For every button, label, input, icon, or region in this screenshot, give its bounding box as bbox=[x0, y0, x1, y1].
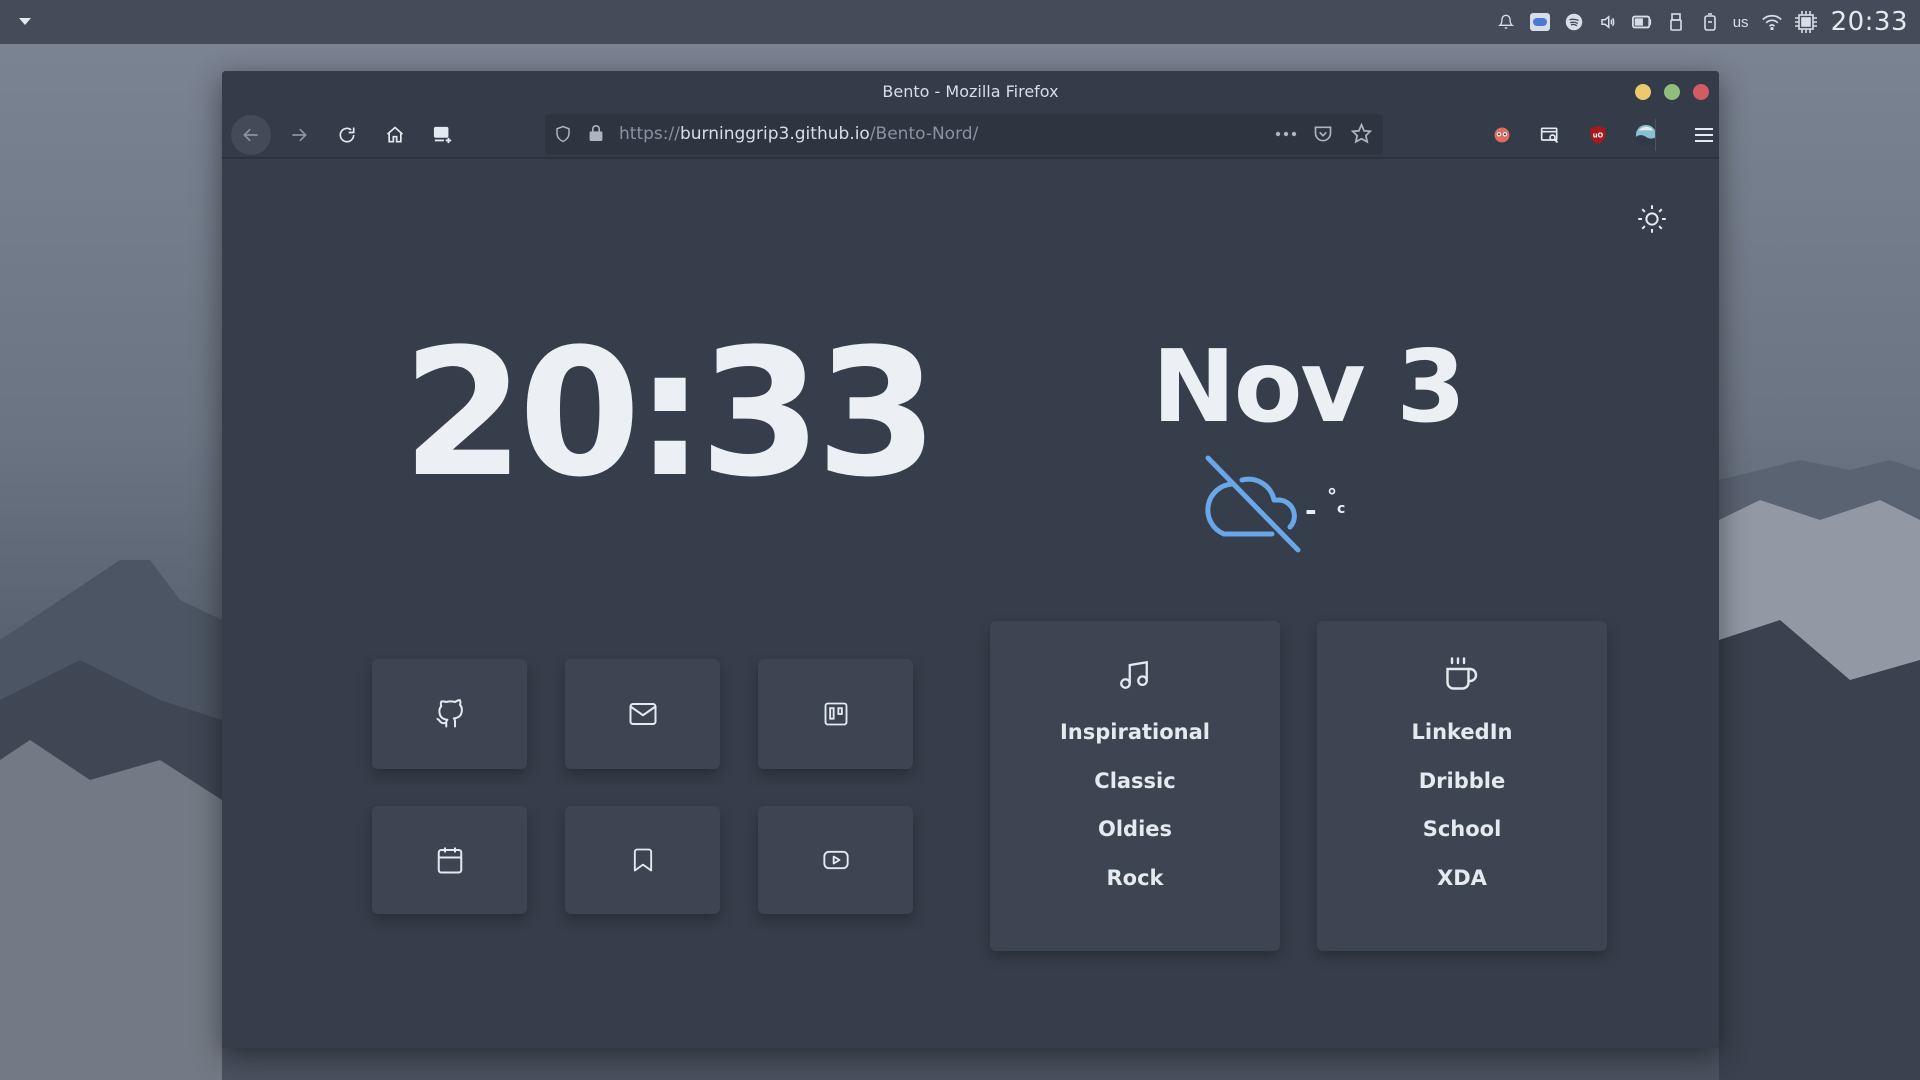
extension-button-1[interactable] bbox=[1482, 115, 1522, 155]
svg-text:uO: uO bbox=[1593, 131, 1604, 139]
back-button[interactable] bbox=[231, 115, 271, 155]
sun-icon bbox=[1638, 205, 1666, 233]
link-inspirational[interactable]: Inspirational bbox=[1060, 717, 1210, 766]
bookmark-button[interactable] bbox=[565, 806, 720, 914]
link-xda[interactable]: XDA bbox=[1437, 863, 1487, 912]
trello-button[interactable] bbox=[758, 659, 913, 769]
music-note-icon bbox=[1114, 655, 1154, 695]
ublock-button[interactable]: uO bbox=[1578, 115, 1618, 155]
keyboard-layout-indicator[interactable]: us bbox=[1727, 14, 1755, 31]
mail-button[interactable] bbox=[565, 659, 720, 769]
intel-icon[interactable] bbox=[1523, 0, 1557, 44]
close-button[interactable] bbox=[1693, 84, 1709, 100]
window-titlebar[interactable]: Bento - Mozilla Firefox bbox=[222, 71, 1719, 111]
temperature-value: - bbox=[1305, 494, 1317, 527]
ublock-origin-icon: uO bbox=[1590, 126, 1606, 144]
trello-icon bbox=[824, 702, 847, 726]
link-dribble[interactable]: Dribble bbox=[1419, 766, 1506, 815]
coffee-icon bbox=[1441, 655, 1481, 695]
menu-button[interactable] bbox=[1684, 115, 1719, 155]
window-title: Bento - Mozilla Firefox bbox=[882, 81, 1059, 101]
browser-window: Bento - Mozilla Firefox https://burningg… bbox=[222, 71, 1719, 1048]
avatar-icon bbox=[1635, 124, 1657, 146]
account-button[interactable] bbox=[1626, 115, 1666, 155]
toolbar-extension-button[interactable] bbox=[423, 115, 463, 155]
battery-icon[interactable] bbox=[1625, 0, 1659, 44]
large-clock: 20:33 bbox=[402, 311, 938, 516]
wifi-icon[interactable] bbox=[1755, 0, 1789, 44]
more-horizontal-icon[interactable] bbox=[1275, 131, 1297, 137]
cpu-icon[interactable] bbox=[1789, 0, 1823, 44]
github-button[interactable] bbox=[372, 659, 527, 769]
arrow-left-icon bbox=[243, 128, 258, 142]
shield-icon[interactable] bbox=[554, 124, 572, 144]
extension-button-2[interactable] bbox=[1530, 115, 1570, 155]
arrow-right-icon bbox=[292, 128, 307, 142]
youtube-button[interactable] bbox=[758, 806, 913, 914]
volume-icon[interactable] bbox=[1591, 0, 1625, 44]
music-links-list: Inspirational Classic Oldies Rock bbox=[990, 717, 1280, 911]
temperature-unit: °c bbox=[1327, 484, 1345, 517]
link-classic[interactable]: Classic bbox=[1094, 766, 1175, 815]
link-rock[interactable]: Rock bbox=[1106, 863, 1163, 912]
url-host: burninggrip3.github.io bbox=[679, 124, 870, 144]
url-scheme: https:// bbox=[619, 124, 680, 144]
celsius-letter: c bbox=[1337, 501, 1346, 517]
github-icon bbox=[436, 699, 463, 728]
toolbar-divider bbox=[1655, 119, 1656, 151]
home-button[interactable] bbox=[375, 115, 415, 155]
weather-widget: - °c bbox=[1202, 454, 1402, 564]
link-school[interactable]: School bbox=[1423, 814, 1502, 863]
panel-menu-caret-icon[interactable] bbox=[18, 16, 32, 28]
system-top-panel: us 20:33 bbox=[0, 0, 1920, 44]
maximize-button[interactable] bbox=[1664, 84, 1680, 100]
theme-toggle-button[interactable] bbox=[1634, 201, 1670, 237]
mail-icon bbox=[629, 703, 656, 725]
home-icon bbox=[386, 126, 404, 143]
calendar-icon bbox=[437, 847, 462, 874]
url-text[interactable]: https://burninggrip3.github.io/Bento-Nor… bbox=[619, 124, 978, 144]
minimize-button[interactable] bbox=[1635, 84, 1651, 100]
reload-button[interactable] bbox=[327, 115, 367, 155]
url-bar[interactable]: https://burninggrip3.github.io/Bento-Nor… bbox=[545, 114, 1383, 154]
coffee-links-card: LinkedIn Dribble School XDA bbox=[1317, 621, 1607, 951]
cloud-off-icon bbox=[1205, 455, 1301, 553]
forward-button[interactable] bbox=[279, 115, 319, 155]
tab-search-icon bbox=[1540, 127, 1559, 144]
panel-clock[interactable]: 20:33 bbox=[1823, 7, 1920, 37]
device-icon[interactable] bbox=[1693, 0, 1727, 44]
star-bookmark-icon[interactable] bbox=[1351, 123, 1372, 144]
pocket-icon[interactable] bbox=[1313, 124, 1333, 144]
degree-symbol: ° bbox=[1327, 484, 1337, 508]
lock-icon[interactable] bbox=[588, 124, 604, 142]
bento-page: 20:33 Nov 3 - °c Inspirational Classic O… bbox=[222, 159, 1719, 1048]
reload-icon bbox=[339, 127, 355, 143]
bell-icon[interactable] bbox=[1489, 0, 1523, 44]
youtube-icon bbox=[822, 850, 849, 870]
hamburger-menu-icon bbox=[1695, 128, 1713, 142]
system-tray: us 20:33 bbox=[1489, 0, 1920, 44]
coffee-links-list: LinkedIn Dribble School XDA bbox=[1317, 717, 1607, 911]
spotify-icon[interactable] bbox=[1557, 0, 1591, 44]
library-add-icon bbox=[433, 126, 452, 144]
window-controls bbox=[1635, 84, 1709, 100]
date-display: Nov 3 bbox=[1152, 328, 1466, 445]
link-linkedin[interactable]: LinkedIn bbox=[1412, 717, 1513, 766]
url-path: /Bento-Nord/ bbox=[869, 124, 979, 144]
link-oldies[interactable]: Oldies bbox=[1098, 814, 1172, 863]
bookmark-icon bbox=[633, 848, 652, 872]
usb-icon[interactable] bbox=[1659, 0, 1693, 44]
music-links-card: Inspirational Classic Oldies Rock bbox=[990, 621, 1280, 951]
privacy-badger-icon bbox=[1494, 127, 1510, 143]
calendar-button[interactable] bbox=[372, 806, 527, 914]
browser-toolbar: https://burninggrip3.github.io/Bento-Nor… bbox=[222, 111, 1719, 158]
